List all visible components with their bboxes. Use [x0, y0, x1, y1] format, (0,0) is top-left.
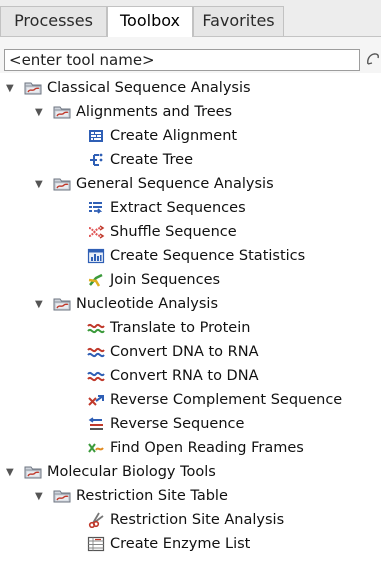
tree-item[interactable]: Extract Sequences — [87, 196, 246, 220]
folder-icon — [53, 488, 71, 504]
tree-item-label: Find Open Reading Frames — [110, 440, 304, 456]
tree-icon — [87, 152, 105, 168]
tree-item[interactable]: Find Open Reading Frames — [87, 436, 304, 460]
folder-icon — [24, 464, 42, 480]
tab-favorites[interactable]: Favorites — [193, 6, 284, 36]
expand-triangle-icon[interactable]: ▼ — [35, 179, 47, 190]
tree-item-label: Shuffle Sequence — [110, 224, 237, 240]
translate-icon — [87, 320, 105, 336]
search-icon[interactable] — [366, 52, 380, 72]
tree-item-label: Reverse Sequence — [110, 416, 245, 432]
tree-item-label: Create Tree — [110, 152, 193, 168]
tree-item-label: Restriction Site Table — [76, 488, 228, 504]
tree-item-label: Create Alignment — [110, 128, 238, 144]
expand-triangle-icon[interactable]: ▼ — [6, 83, 18, 94]
join-icon — [87, 272, 105, 288]
tree-item-label: Reverse Complement Sequence — [110, 392, 343, 408]
tree-item-label: Classical Sequence Analysis — [47, 80, 251, 96]
folder-icon — [53, 296, 71, 312]
reverse-icon — [87, 416, 105, 432]
tree-folder[interactable]: ▼ General Sequence Analysis — [35, 172, 274, 196]
tree-item[interactable]: Shuffle Sequence — [87, 220, 237, 244]
tab-toolbox[interactable]: Toolbox — [107, 6, 193, 37]
tree-item-label: Convert RNA to DNA — [110, 368, 259, 384]
folder-icon — [24, 80, 42, 96]
tree-item-label: Extract Sequences — [110, 200, 246, 216]
tree-item-label: Molecular Biology Tools — [47, 464, 216, 480]
tree-item[interactable]: Reverse Sequence — [87, 412, 244, 436]
alignment-icon — [87, 128, 105, 144]
tree-item-label: Join Sequences — [110, 272, 221, 288]
tree-item[interactable]: Create Enzyme List — [87, 532, 250, 556]
statistics-icon — [87, 248, 105, 264]
tree-folder[interactable]: ▼ Classical Sequence Analysis — [6, 76, 251, 100]
tree-item[interactable]: Create Tree — [87, 148, 193, 172]
folder-icon — [53, 176, 71, 192]
tree-item-label: Restriction Site Analysis — [110, 512, 285, 528]
scissors-icon — [87, 512, 105, 528]
tree-item[interactable]: Reverse Complement Sequence — [87, 388, 342, 412]
tree-folder[interactable]: ▼ Molecular Biology Tools — [6, 460, 216, 484]
tab-processes[interactable]: Processes — [0, 6, 107, 36]
tree-item[interactable]: Convert DNA to RNA — [87, 340, 259, 364]
tree-item[interactable]: Create Sequence Statistics — [87, 244, 305, 268]
extract-icon — [87, 200, 105, 216]
shuffle-icon — [87, 224, 105, 240]
rna-to-dna-icon — [87, 368, 105, 384]
tree-folder[interactable]: ▼ Alignments and Trees — [35, 100, 232, 124]
tree-folder[interactable]: ▼ Nucleotide Analysis — [35, 292, 218, 316]
enzyme-list-icon — [87, 536, 105, 552]
tree-item-label: Translate to Protein — [110, 320, 251, 336]
reverse-complement-icon — [87, 392, 105, 408]
search-row — [0, 37, 381, 73]
tree-item-label: Create Enzyme List — [110, 536, 251, 552]
orf-icon — [87, 440, 105, 456]
tree-item[interactable]: Join Sequences — [87, 268, 220, 292]
tree-item-label: Create Sequence Statistics — [110, 248, 306, 264]
expand-triangle-icon[interactable]: ▼ — [35, 299, 47, 310]
tool-search-input[interactable] — [4, 49, 360, 71]
tree-item-label: Nucleotide Analysis — [76, 296, 219, 312]
expand-triangle-icon[interactable]: ▼ — [6, 467, 18, 478]
tree-folder[interactable]: ▼ Restriction Site Table — [35, 484, 228, 508]
tab-bar: Processes Toolbox Favorites — [0, 0, 381, 37]
dna-to-rna-icon — [87, 344, 105, 360]
tree-item-label: Alignments and Trees — [76, 104, 233, 120]
tree-item[interactable]: Convert RNA to DNA — [87, 364, 259, 388]
tree-item[interactable]: Create Alignment — [87, 124, 237, 148]
folder-icon — [53, 104, 71, 120]
tree-item[interactable]: Translate to Protein — [87, 316, 250, 340]
tree-item-label: General Sequence Analysis — [76, 176, 274, 192]
expand-triangle-icon[interactable]: ▼ — [35, 107, 47, 118]
tree-item[interactable]: Restriction Site Analysis — [87, 508, 284, 532]
expand-triangle-icon[interactable]: ▼ — [35, 491, 47, 502]
tree-item-label: Convert DNA to RNA — [110, 344, 259, 360]
